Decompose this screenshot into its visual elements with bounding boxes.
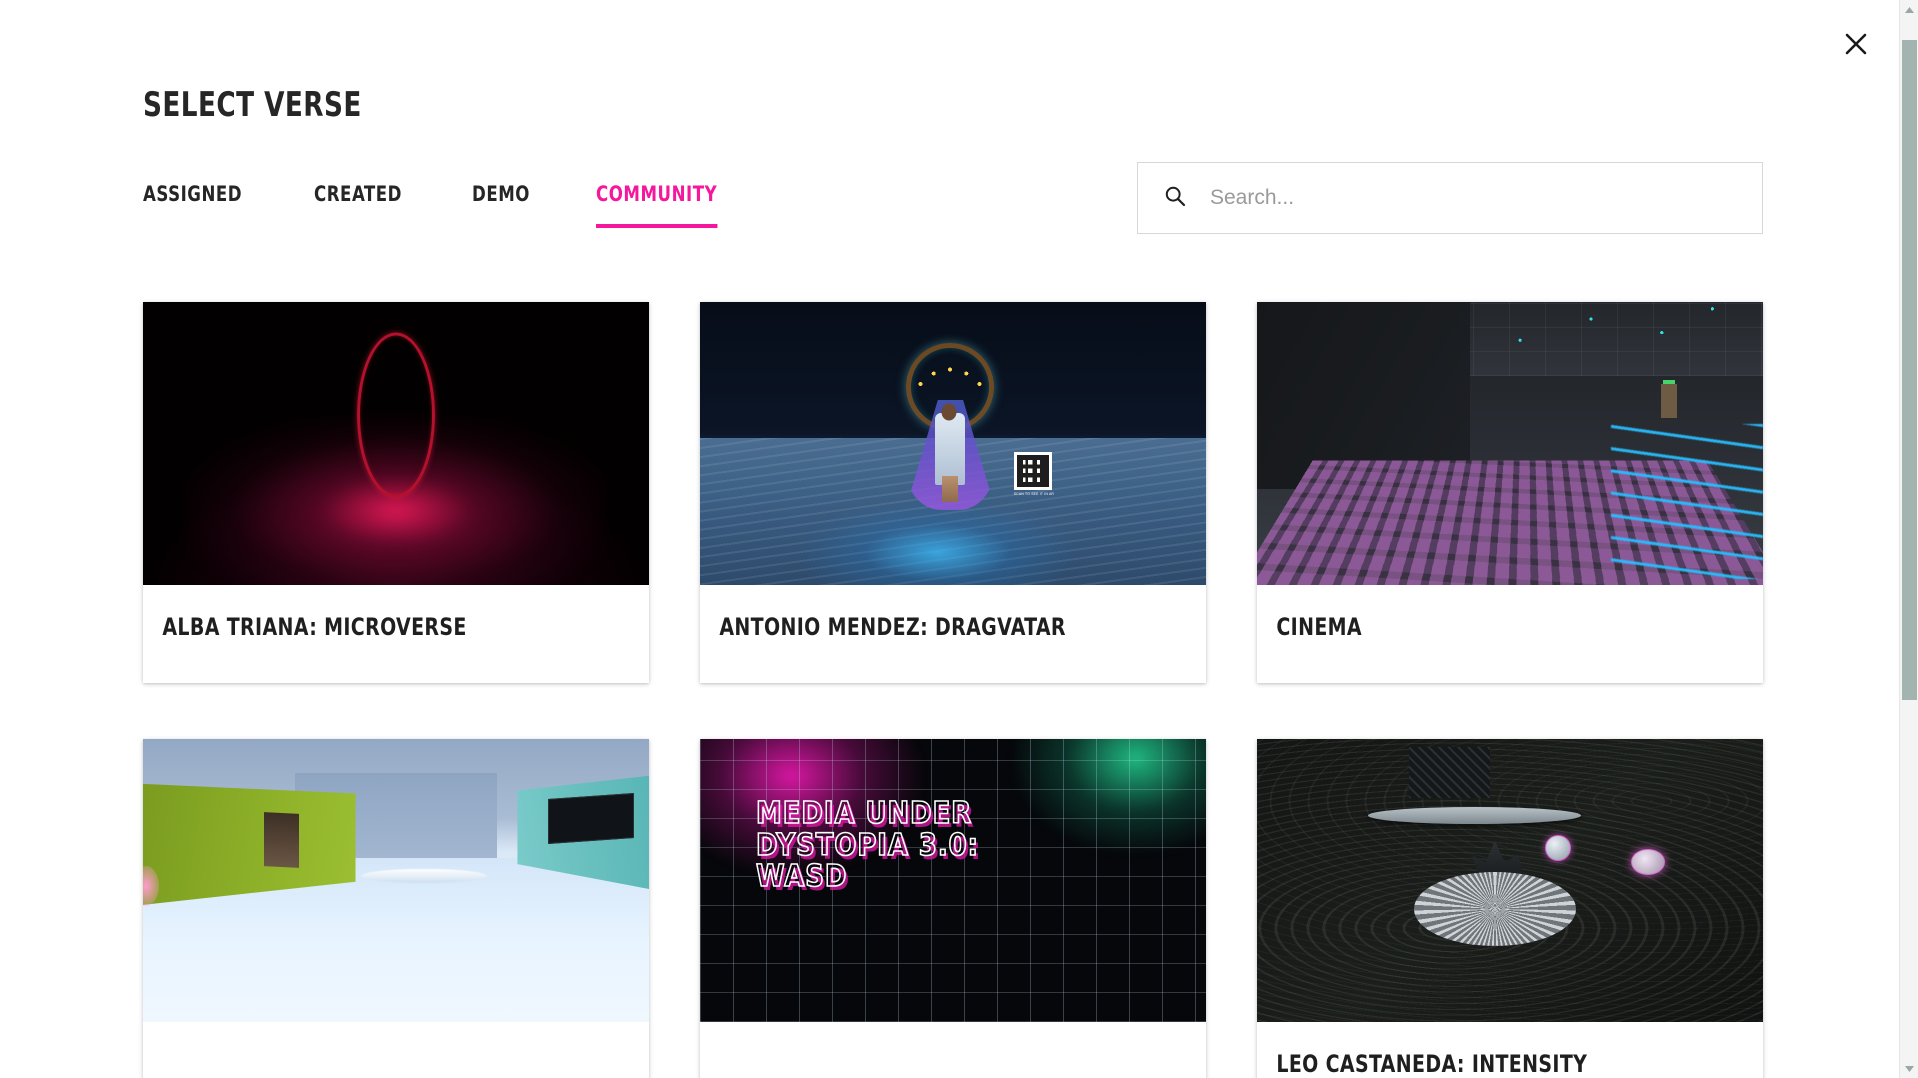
select-verse-modal: SELECT VERSE ASSIGNED CREATED DEMO COMMU… <box>0 0 1918 1078</box>
verse-card[interactable]: ALBA TRIANA: MICROVERSE <box>143 302 649 683</box>
search-icon <box>1164 185 1186 212</box>
verse-card-title: LEO CASTANEDA: INTENSITY <box>1257 1022 1702 1078</box>
tab-demo[interactable]: DEMO <box>472 182 530 228</box>
scrollbar[interactable] <box>1899 0 1918 1078</box>
verse-card-title <box>700 1022 1145 1078</box>
tab-created[interactable]: CREATED <box>314 182 402 228</box>
tab-assigned[interactable]: ASSIGNED <box>143 182 242 228</box>
verse-card-title <box>143 1022 588 1078</box>
microverse-art <box>143 302 649 585</box>
dystopia-overlay-text: MEDIA UNDER DYSTOPIA 3.0: WASD <box>756 798 979 892</box>
dragvatar-art: SCAN TO SEE IT IN AR <box>700 302 1206 585</box>
verse-card-title: ALBA TRIANA: MICROVERSE <box>143 585 588 683</box>
scrollbar-thumb[interactable] <box>1902 40 1917 700</box>
verse-card[interactable]: CINEMA <box>1257 302 1763 683</box>
cinema-art <box>1257 302 1763 585</box>
verse-grid: ALBA TRIANA: MICROVERSE SCAN TO SEE IT I… <box>143 302 1773 1078</box>
verse-card-title: CINEMA <box>1257 585 1702 683</box>
qr-code-icon <box>1014 452 1052 490</box>
verse-card[interactable]: SCAN TO SEE IT IN AR ANTONIO MENDEZ: DRA… <box>700 302 1206 683</box>
qr-caption: SCAN TO SEE IT IN AR <box>1014 492 1058 496</box>
intensity-art <box>1257 739 1763 1022</box>
verse-thumbnail: MEDIA UNDER DYSTOPIA 3.0: WASD <box>700 739 1206 1022</box>
verse-card-title: ANTONIO MENDEZ: DRAGVATAR <box>700 585 1145 683</box>
verse-thumbnail <box>143 739 649 1022</box>
search-input[interactable] <box>1208 185 1736 211</box>
verse-card[interactable]: MEDIA UNDER DYSTOPIA 3.0: WASD <box>700 739 1206 1078</box>
tab-bar: ASSIGNED CREATED DEMO COMMUNITY <box>143 182 733 228</box>
verse-card[interactable]: LEO CASTANEDA: INTENSITY <box>1257 739 1763 1078</box>
verse-thumbnail: SCAN TO SEE IT IN AR <box>700 302 1206 585</box>
tab-community[interactable]: COMMUNITY <box>596 182 717 228</box>
verse-thumbnail <box>1257 302 1763 585</box>
search-box[interactable] <box>1137 162 1763 234</box>
verse-thumbnail <box>143 302 649 585</box>
dystopia-art: MEDIA UNDER DYSTOPIA 3.0: WASD <box>700 739 1206 1022</box>
verse-card[interactable] <box>143 739 649 1078</box>
close-icon[interactable] <box>1836 24 1876 64</box>
scroll-up-icon[interactable] <box>1900 0 1918 19</box>
ring-portal-icon <box>357 333 435 498</box>
page-title: SELECT VERSE <box>143 85 362 125</box>
verse-thumbnail <box>1257 739 1763 1022</box>
gallery-room-art <box>143 739 649 1022</box>
scroll-down-icon[interactable] <box>1900 1059 1918 1078</box>
